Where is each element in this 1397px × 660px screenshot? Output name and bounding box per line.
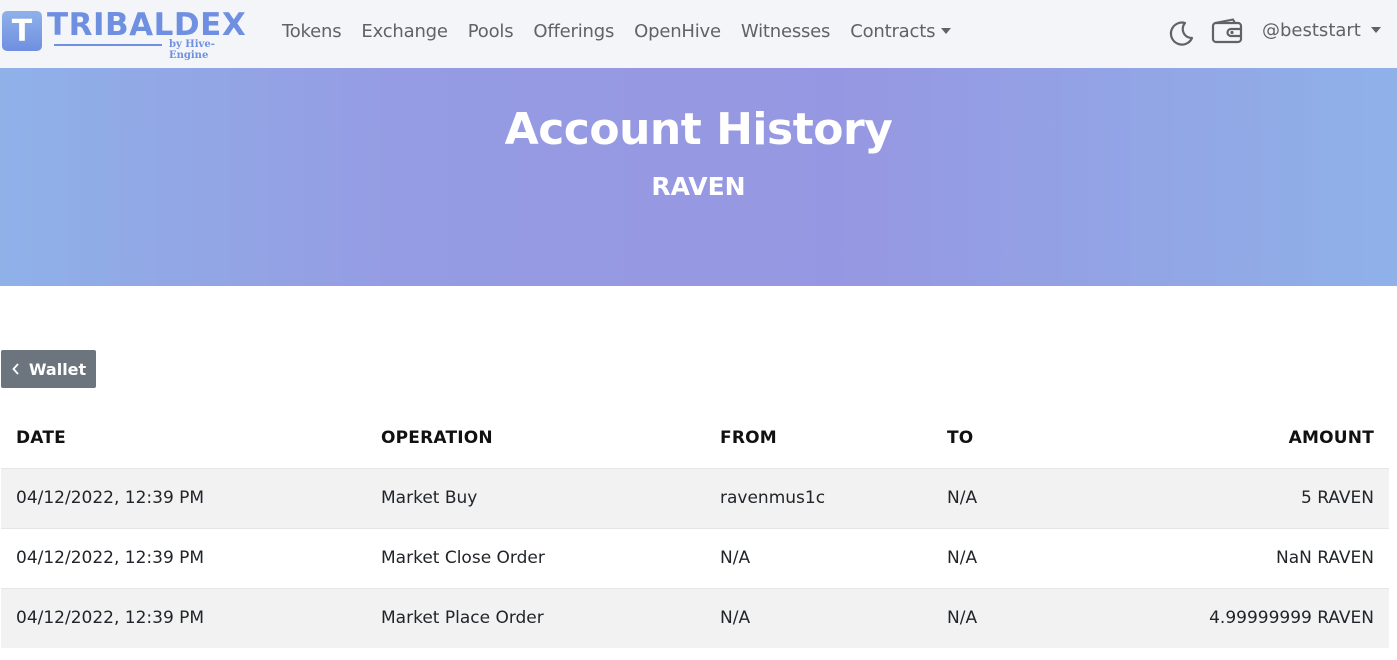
navbar: T TRIBALDEX by Hive-Engine Tokens Exchan…	[0, 0, 1397, 68]
cell-amount: 4.99999999 RAVEN	[1132, 587, 1389, 648]
column-header-to: TO	[947, 427, 974, 448]
brand-logo[interactable]: T TRIBALDEX by Hive-Engine	[2, 7, 252, 61]
nav-links: Tokens Exchange Pools Offerings OpenHive…	[272, 0, 961, 64]
cell-date: 04/12/2022, 12:39 PM	[1, 527, 366, 588]
nav-link-contracts-label: Contracts	[850, 21, 936, 42]
cell-date: 04/12/2022, 12:39 PM	[1, 587, 366, 648]
hero-banner: Account History RAVEN	[0, 68, 1397, 286]
column-header-date: DATE	[16, 427, 66, 448]
nav-link-tokens[interactable]: Tokens	[272, 0, 351, 64]
nav-link-pools[interactable]: Pools	[458, 0, 524, 64]
brand-subtitle: by Hive-Engine	[169, 39, 215, 61]
column-header-operation: OPERATION	[381, 427, 493, 448]
cell-operation: Market Close Order	[366, 527, 705, 588]
table-row: 04/12/2022, 12:39 PM Market Buy ravenmus…	[1, 467, 1389, 528]
cell-from[interactable]: ravenmus1c	[705, 467, 932, 528]
user-menu-dropdown[interactable]: @beststart	[1262, 0, 1381, 64]
moon-icon[interactable]	[1161, 14, 1201, 54]
table-header-row: DATE OPERATION FROM TO AMOUNT	[1, 408, 1389, 468]
table-row: 04/12/2022, 12:39 PM Market Close Order …	[1, 527, 1389, 588]
column-header-from: FROM	[720, 427, 777, 448]
caret-down-icon	[1370, 27, 1381, 33]
nav-link-witnesses[interactable]: Witnesses	[731, 0, 840, 64]
cell-operation: Market Buy	[366, 467, 705, 528]
chevron-left-icon	[11, 362, 21, 376]
column-header-amount: AMOUNT	[1288, 427, 1374, 448]
history-table: DATE OPERATION FROM TO AMOUNT 04/12/2022…	[1, 408, 1389, 648]
caret-down-icon	[941, 28, 952, 34]
cell-to: N/A	[932, 467, 1132, 528]
nav-link-openhive[interactable]: OpenHive	[624, 0, 731, 64]
wallet-icon[interactable]	[1207, 12, 1247, 52]
nav-link-exchange[interactable]: Exchange	[351, 0, 457, 64]
cell-from: N/A	[705, 587, 932, 648]
back-button-label: Wallet	[28, 359, 87, 379]
token-symbol: RAVEN	[651, 172, 746, 201]
brand-badge: T	[2, 11, 42, 51]
cell-to: N/A	[932, 527, 1132, 588]
brand-underline	[54, 44, 162, 46]
nav-link-offerings[interactable]: Offerings	[523, 0, 624, 64]
cell-date: 04/12/2022, 12:39 PM	[1, 467, 366, 528]
user-name: @beststart	[1262, 20, 1361, 41]
back-to-wallet-button[interactable]: Wallet	[1, 350, 96, 388]
table-row: 04/12/2022, 12:39 PM Market Place Order …	[1, 587, 1389, 648]
cell-operation: Market Place Order	[366, 587, 705, 648]
nav-link-contracts-dropdown[interactable]: Contracts	[840, 0, 961, 64]
cell-amount: NaN RAVEN	[1132, 527, 1389, 588]
cell-to: N/A	[932, 587, 1132, 648]
cell-amount: 5 RAVEN	[1132, 467, 1389, 528]
page-title: Account History	[504, 104, 893, 155]
cell-from: N/A	[705, 527, 932, 588]
